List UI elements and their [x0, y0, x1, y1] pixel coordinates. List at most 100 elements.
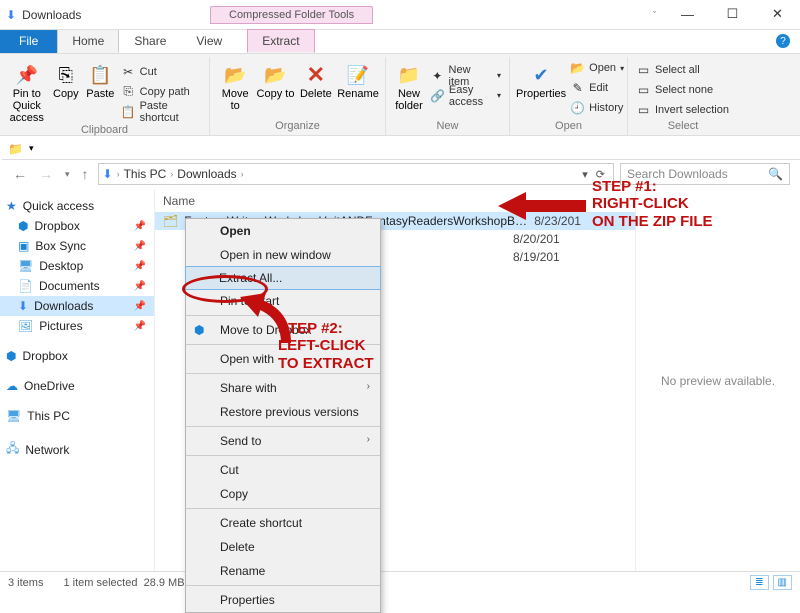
copy-to-icon: 📂 [264, 62, 286, 88]
search-box[interactable]: Search Downloads 🔍 [620, 163, 790, 185]
ctx-open[interactable]: Open [186, 219, 380, 243]
pictures-icon: 🖼 [18, 319, 33, 333]
qat-folder-icon[interactable]: 📁 [8, 142, 23, 156]
select-none-button[interactable]: ▭Select none [634, 81, 732, 99]
minimize-button[interactable]: — [665, 0, 710, 28]
copy-label: Copy [53, 88, 79, 100]
ctx-open-new-window[interactable]: Open in new window [186, 243, 380, 267]
crumb-downloads[interactable]: Downloads [177, 167, 236, 181]
ribbon: 📌 Pin to Quick access ⎘ Copy 📋 Paste ✂Cu… [0, 54, 800, 136]
download-icon: ⬇ [6, 8, 16, 22]
select-all-button[interactable]: ▭Select all [634, 61, 732, 79]
help-icon[interactable]: ? [776, 34, 790, 48]
main-area: ★Quick access ⬢Dropbox📌 ▣Box Sync📌 🖥Desk… [0, 190, 800, 571]
context-tab[interactable]: Compressed Folder Tools [210, 6, 373, 24]
nav-desktop[interactable]: 🖥Desktop📌 [0, 256, 154, 276]
window-title: Downloads [22, 8, 81, 22]
ctx-restore[interactable]: Restore previous versions [186, 400, 380, 424]
window-controls: — ☐ ✕ [665, 0, 800, 28]
delete-button[interactable]: ✕Delete [297, 59, 335, 112]
nav-quick-access[interactable]: ★Quick access [0, 196, 154, 216]
details-view-button[interactable]: ≣ [750, 575, 768, 590]
tab-file[interactable]: File [0, 29, 57, 53]
ctx-rename[interactable]: Rename [186, 559, 380, 583]
file-date: 8/19/201 [513, 250, 560, 264]
close-button[interactable]: ✕ [755, 0, 800, 28]
invert-selection-button[interactable]: ▭Invert selection [634, 101, 732, 119]
qat-overflow-icon[interactable]: ▾ [29, 143, 34, 154]
thumbnails-view-button[interactable]: ▥ [773, 575, 792, 590]
history-button[interactable]: 🕘History [568, 99, 626, 117]
cut-button[interactable]: ✂Cut [119, 63, 203, 81]
pin-icon: 📌 [134, 241, 146, 252]
quick-access-toolbar: 📁 ▾ [2, 138, 800, 160]
new-folder-button[interactable]: 📁New folder [392, 59, 426, 112]
open-button[interactable]: 📂Open ▾ [568, 59, 626, 77]
nav-downloads[interactable]: ⬇Downloads📌 [0, 296, 154, 316]
clipboard-group-label: Clipboard [6, 124, 203, 137]
move-to-button[interactable]: 📂Move to [216, 59, 254, 112]
nav-pictures[interactable]: 🖼Pictures📌 [0, 316, 154, 336]
copy-path-button[interactable]: ⎘Copy path [119, 83, 203, 101]
col-name[interactable]: Name [163, 194, 513, 208]
address-bar[interactable]: ⬇ › This PC › Downloads › ▾ ⟳ [98, 163, 614, 185]
refresh-icon[interactable]: ⟳ [596, 168, 605, 181]
new-folder-icon: 📁 [398, 62, 420, 88]
nav-up-button[interactable]: ↑ [79, 166, 92, 182]
view-mode-icons: ≣ ▥ [750, 575, 792, 590]
invert-selection-icon: ▭ [636, 103, 651, 117]
status-size: 28.9 MB [144, 577, 185, 589]
properties-button[interactable]: ✔Properties [516, 59, 566, 117]
easy-access-button[interactable]: 🔗Easy access ▾ [428, 87, 503, 105]
cut-icon: ✂ [121, 65, 136, 79]
ribbon-group-new: 📁New folder ✦New item ▾ 🔗Easy access ▾ N… [386, 57, 510, 135]
tab-home[interactable]: Home [57, 29, 119, 53]
crumb-this-pc[interactable]: This PC [124, 167, 167, 181]
nav-dropbox-root[interactable]: ⬢Dropbox [0, 346, 154, 366]
delete-icon: ✕ [307, 62, 325, 88]
move-to-icon: 📂 [224, 62, 246, 88]
properties-icon: ✔ [534, 62, 549, 88]
copy-button[interactable]: ⎘ Copy [50, 59, 83, 124]
nav-box-sync[interactable]: ▣Box Sync📌 [0, 236, 154, 256]
ctx-properties[interactable]: Properties [186, 588, 380, 612]
nav-network[interactable]: 🖧Network [0, 436, 154, 463]
paste-button[interactable]: 📋 Paste [84, 59, 117, 124]
rename-button[interactable]: 📝Rename [337, 59, 379, 112]
ctx-extract-all[interactable]: Extract All... [185, 266, 381, 290]
star-icon: ★ [6, 199, 17, 213]
nav-documents[interactable]: 📄Documents📌 [0, 276, 154, 296]
nav-back-button[interactable]: ← [10, 166, 30, 182]
addr-dropdown-icon[interactable]: ▾ [582, 168, 588, 181]
new-item-button[interactable]: ✦New item ▾ [428, 67, 503, 85]
nav-onedrive[interactable]: ☁OneDrive [0, 376, 154, 396]
ribbon-group-select: ▭Select all ▭Select none ▭Invert selecti… [628, 57, 738, 135]
paste-icon: 📋 [89, 62, 111, 88]
tab-view[interactable]: View [181, 29, 237, 53]
nav-this-pc[interactable]: 🖥This PC [0, 406, 154, 426]
ribbon-group-clipboard: 📌 Pin to Quick access ⎘ Copy 📋 Paste ✂Cu… [0, 57, 210, 135]
maximize-button[interactable]: ☐ [710, 0, 755, 28]
ctx-cut[interactable]: Cut [186, 458, 380, 482]
ctx-share-with[interactable]: Share with› [186, 376, 380, 400]
chevron-right-icon: › [367, 381, 370, 392]
dropbox-icon: ⬢ [18, 219, 28, 233]
ctx-delete[interactable]: Delete [186, 535, 380, 559]
ribbon-collapse-icon[interactable]: ˇ [653, 10, 656, 20]
copy-to-button[interactable]: 📂Copy to [256, 59, 294, 112]
pin-quick-access-button[interactable]: 📌 Pin to Quick access [6, 59, 48, 124]
nav-forward-button[interactable]: → [36, 166, 56, 182]
ctx-separator [186, 426, 380, 427]
tab-extract[interactable]: Extract [247, 29, 314, 53]
ctx-send-to[interactable]: Send to› [186, 429, 380, 453]
tab-share[interactable]: Share [119, 29, 181, 53]
nav-recent-button[interactable]: ▾ [62, 169, 73, 180]
edit-button[interactable]: ✎Edit [568, 79, 626, 97]
network-icon: 🖧 [6, 439, 19, 460]
ctx-copy[interactable]: Copy [186, 482, 380, 506]
nav-dropbox[interactable]: ⬢Dropbox📌 [0, 216, 154, 236]
paste-shortcut-button[interactable]: 📋Paste shortcut [119, 103, 203, 121]
download-icon: ⬇ [103, 167, 113, 181]
chevron-right-icon: › [367, 434, 370, 445]
ctx-create-shortcut[interactable]: Create shortcut [186, 511, 380, 535]
